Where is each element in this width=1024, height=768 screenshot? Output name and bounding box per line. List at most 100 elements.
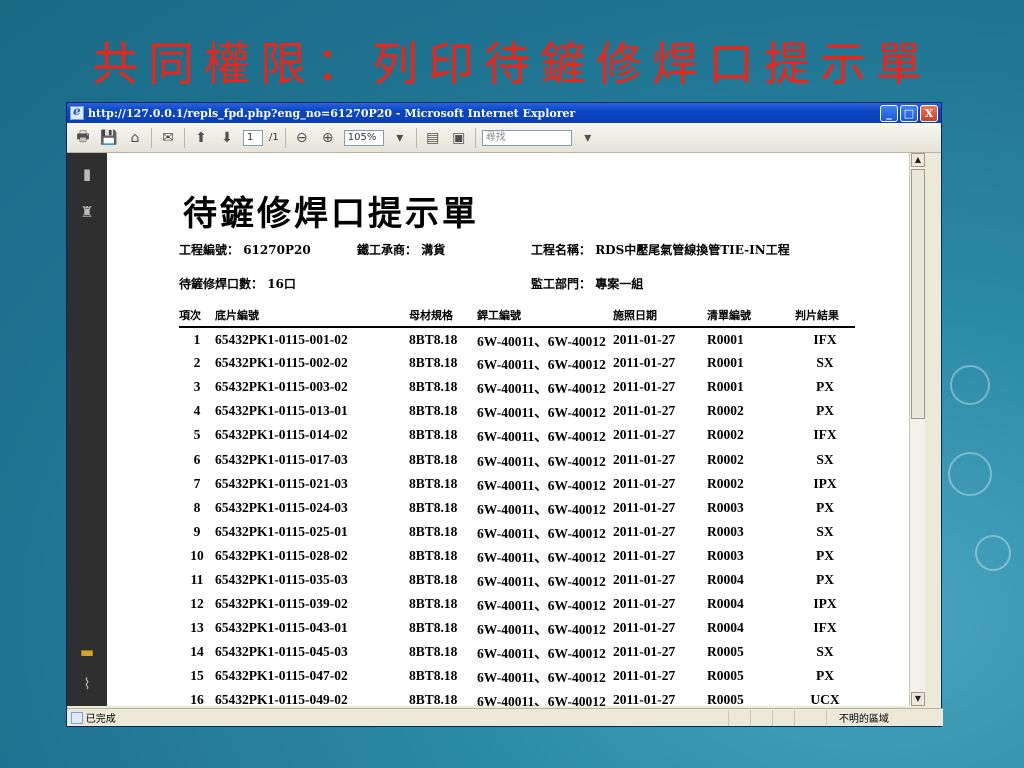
table-cell: 8BT8.18 (409, 596, 458, 612)
table-cell: 2011-01-27 (613, 644, 676, 660)
print-icon[interactable]: 🖶 (73, 128, 93, 148)
restore-button[interactable]: □ (900, 104, 918, 122)
table-row: 12 65432PK1-0115-039-02 8BT8.18 6W-40011、6W… (179, 592, 855, 616)
table-cell: 2011-01-27 (613, 620, 676, 636)
table-cell: R0002 (707, 475, 744, 491)
minimize-button[interactable]: _ (880, 104, 898, 122)
table-cell: 1 (193, 331, 201, 347)
table-cell: 10 (190, 547, 204, 563)
status-text: 已完成 (85, 714, 116, 725)
scroll-down-icon[interactable]: ▼ (911, 692, 925, 706)
table-row: 16 65432PK1-0115-049-02 8BT8.18 6W-40011、6W… (179, 688, 855, 706)
table-cell: 8BT8.18 (409, 355, 458, 371)
window-titlebar[interactable]: http://127.0.0.1/repls_fpd.php?eng_no=61… (67, 103, 941, 123)
scroll-thumb[interactable] (911, 169, 925, 419)
column-header: 清單編號 (707, 303, 795, 328)
table-cell: 6W-40011、6W-40012 (477, 670, 606, 686)
table-cell: 6W-40011、6W-40012 (477, 357, 606, 373)
project-no-value: 61270P20 (243, 243, 311, 257)
fit-width-icon[interactable]: ▤ (423, 128, 443, 148)
table-cell: 2011-01-27 (613, 571, 676, 587)
share-icon[interactable]: ⌂ (125, 128, 145, 148)
table-cell: 8BT8.18 (409, 499, 458, 515)
contractor-row: 鐵工承商： 溝貨 (357, 241, 445, 258)
table-cell: R0004 (707, 596, 744, 612)
table-cell: 2011-01-27 (613, 355, 676, 371)
table-cell: 8BT8.18 (409, 451, 458, 467)
table-cell: 65432PK1-0115-049-02 (215, 692, 348, 706)
page-number-input[interactable]: 1 (243, 129, 263, 146)
table-row: 7 65432PK1-0115-021-03 8BT8.18 6W-40011、6W-… (179, 472, 855, 496)
pages-icon[interactable]: ▮ (77, 165, 97, 185)
table-cell: 6W-40011、6W-40012 (477, 598, 606, 614)
table-row: 2 65432PK1-0115-002-02 8BT8.18 6W-40011、6W-… (179, 351, 855, 375)
table-cell: 6W-40011、6W-40012 (477, 405, 606, 421)
table-cell: 8 (193, 499, 201, 515)
scroll-up-icon[interactable]: ▲ (911, 153, 925, 167)
zoom-in-icon[interactable]: ⊕ (318, 128, 338, 148)
table-cell: PX (816, 403, 834, 419)
table-cell: R0003 (707, 523, 744, 539)
toolbar-divider (284, 127, 286, 148)
vertical-scrollbar[interactable]: ▲ ▼ (909, 153, 925, 706)
table-cell: 2011-01-27 (613, 427, 676, 443)
table-cell: 13 (190, 620, 204, 636)
table-cell: 6W-40011、6W-40012 (477, 453, 606, 469)
table-cell: 3 (193, 379, 201, 395)
table-cell: R0003 (707, 547, 744, 563)
mail-icon[interactable]: ✉ (158, 128, 178, 148)
table-cell: 65432PK1-0115-001-02 (215, 331, 348, 347)
binoculars-icon[interactable]: ♜ (77, 203, 97, 223)
table-cell: R0003 (707, 499, 744, 515)
table-cell: PX (816, 379, 834, 395)
find-dropdown-icon[interactable]: ▾ (578, 128, 598, 148)
decorative-ring (975, 535, 1011, 571)
decorative-ring (948, 452, 992, 496)
prev-page-icon[interactable]: ⬆ (191, 128, 211, 148)
contractor-value: 溝貨 (421, 243, 446, 257)
chevron-down-icon[interactable]: ▾ (390, 128, 410, 148)
zoom-select[interactable]: 105% (343, 129, 384, 146)
viewer-area: ▮ ♜ ▬ ⌇ 待鏟修焊口提示單 工程編號： 61270P20 鐵工承商： 溝貨… (67, 153, 941, 706)
comments-icon[interactable]: ▬ (77, 643, 97, 663)
table-cell: PX (816, 499, 834, 515)
ie-window: http://127.0.0.1/repls_fpd.php?eng_no=61… (66, 102, 943, 727)
table-cell: 8BT8.18 (409, 571, 458, 587)
table-cell: 6W-40011、6W-40012 (477, 573, 606, 589)
table-cell: 6W-40011、6W-40012 (477, 622, 606, 638)
table-cell: PX (816, 668, 834, 684)
table-row: 8 65432PK1-0115-024-03 8BT8.18 6W-40011、6W-… (179, 496, 855, 520)
table-cell: 6W-40011、6W-40012 (477, 333, 606, 349)
table-cell: 6W-40011、6W-40012 (477, 694, 606, 706)
contractor-label: 鐵工承商： (357, 243, 418, 257)
table-cell: 6W-40011、6W-40012 (477, 381, 606, 397)
table-cell: 65432PK1-0115-014-02 (215, 427, 348, 443)
table-row: 13 65432PK1-0115-043-01 8BT8.18 6W-40011、6W… (179, 616, 855, 640)
ie-icon (70, 104, 84, 120)
table-cell: R0001 (707, 355, 744, 371)
table-row: 10 65432PK1-0115-028-02 8BT8.18 6W-40011、6W… (179, 544, 855, 568)
project-name-value: RDS中壓尾氣管線換管TIE-IN工程 (595, 243, 790, 257)
table-cell: 2011-01-27 (613, 475, 676, 491)
table-row: 15 65432PK1-0115-047-02 8BT8.18 6W-40011、6W… (179, 664, 855, 688)
table-row: 14 65432PK1-0115-045-03 8BT8.18 6W-40011、6W… (179, 640, 855, 664)
fit-page-icon[interactable]: ▣ (449, 128, 469, 148)
zoom-out-icon[interactable]: ⊖ (292, 128, 312, 148)
attachment-icon[interactable]: ⌇ (77, 675, 97, 695)
table-cell: 11 (190, 571, 204, 587)
next-page-icon[interactable]: ⬇ (217, 128, 237, 148)
table-cell: 6W-40011、6W-40012 (477, 549, 606, 565)
find-input[interactable]: 尋找 (481, 129, 572, 146)
table-cell: 16 (190, 692, 204, 706)
table-cell: 2011-01-27 (613, 596, 676, 612)
table-cell: R0004 (707, 620, 744, 636)
save-icon[interactable]: 💾 (99, 128, 119, 148)
table-cell: 8BT8.18 (409, 692, 458, 706)
table-row: 1 65432PK1-0115-001-02 8BT8.18 6W-40011、6W-… (179, 327, 855, 351)
table-cell: 6 (193, 451, 201, 467)
table-cell: 8BT8.18 (409, 331, 458, 347)
close-button[interactable]: X (920, 104, 938, 122)
table-cell: R0002 (707, 427, 744, 443)
table-cell: 65432PK1-0115-024-03 (215, 499, 348, 515)
pdf-toolbar: 🖶 💾 ⌂ ✉ ⬆ ⬇ 1 /1 ⊖ ⊕ 105% ▾ ▤ ▣ 尋找 ▾ (67, 123, 941, 153)
